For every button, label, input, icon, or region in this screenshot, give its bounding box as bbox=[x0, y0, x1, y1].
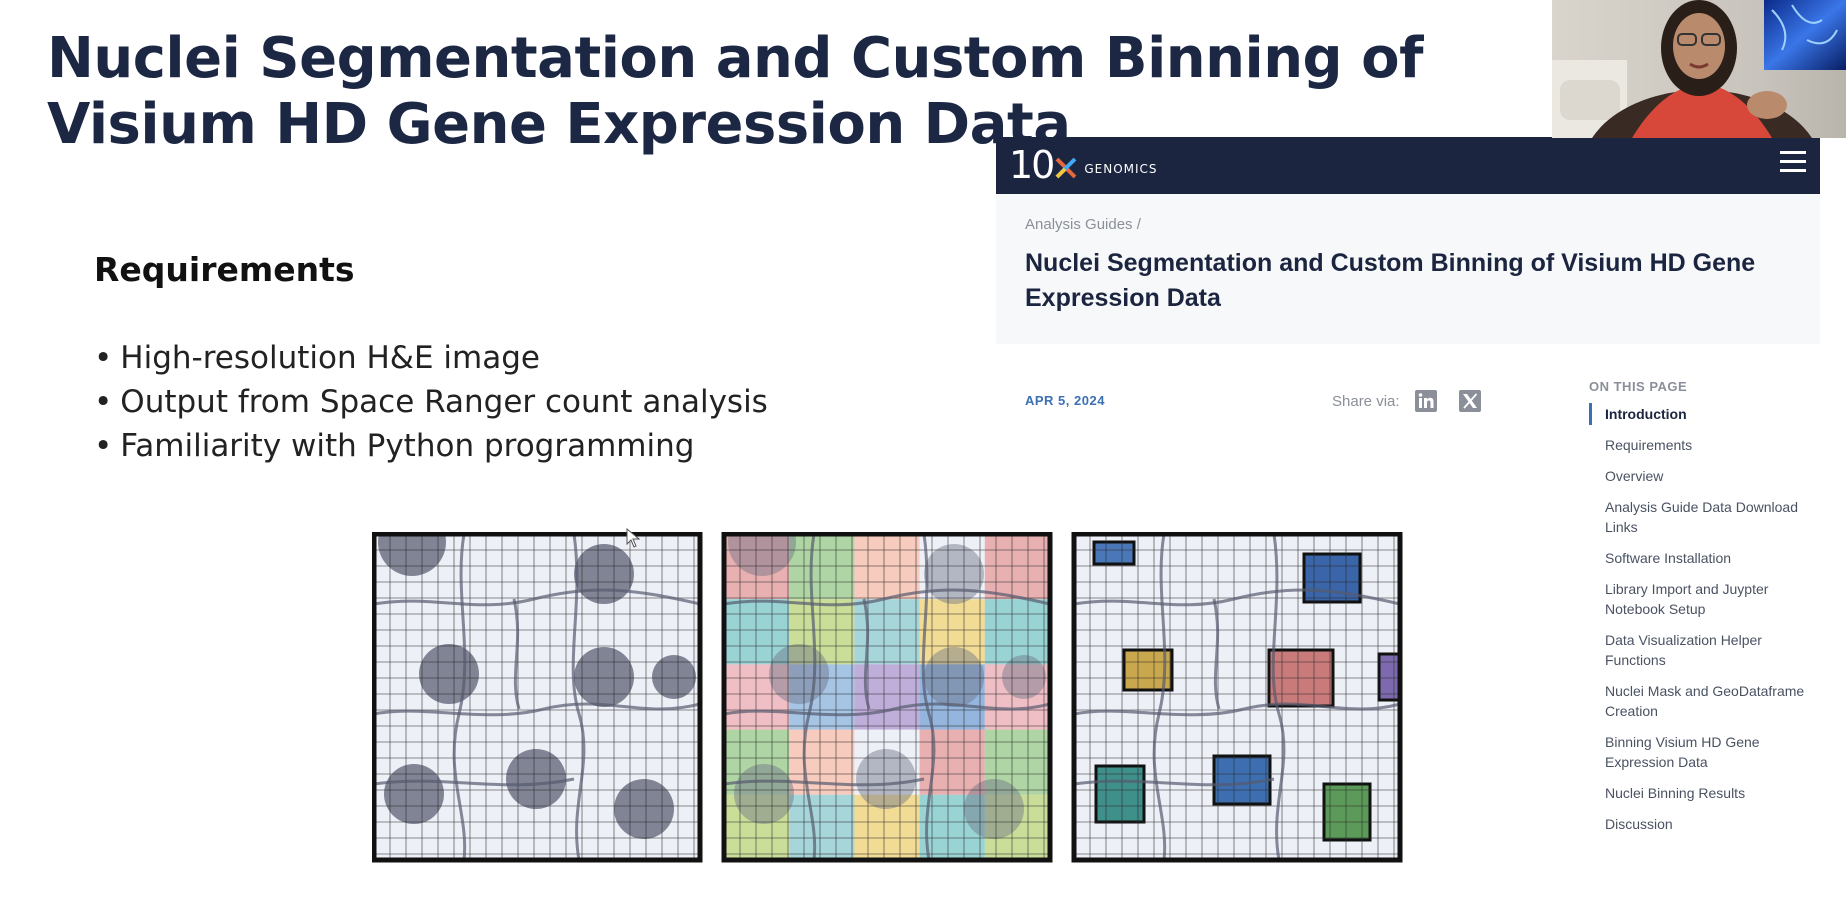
toc-item-requirements[interactable]: Requirements bbox=[1589, 435, 1815, 455]
presenter-webcam bbox=[1552, 0, 1846, 138]
binning-panel-3 bbox=[1071, 532, 1403, 863]
requirement-item: Output from Space Ranger count analysis bbox=[94, 380, 768, 424]
site-logo[interactable]: 10 GENOMICS bbox=[1009, 143, 1158, 187]
publish-date: APR 5, 2024 bbox=[1025, 393, 1105, 408]
toc-item-visualization-helpers[interactable]: Data Visualization Helper Functions bbox=[1589, 630, 1815, 670]
article-header: Analysis Guides / Nuclei Segmentation an… bbox=[996, 194, 1820, 344]
binning-panel-2 bbox=[721, 532, 1053, 863]
toc-item-overview[interactable]: Overview bbox=[1589, 466, 1815, 486]
linkedin-icon[interactable] bbox=[1414, 389, 1438, 413]
logo-x-icon bbox=[1055, 157, 1077, 179]
toc-item-binning-results[interactable]: Nuclei Binning Results bbox=[1589, 783, 1815, 803]
binning-illustration bbox=[372, 532, 1403, 863]
toc-heading: ON THIS PAGE bbox=[1589, 379, 1688, 394]
table-of-contents: Introduction Requirements Overview Analy… bbox=[1589, 403, 1815, 845]
requirements-list: High-resolution H&E image Output from Sp… bbox=[94, 336, 768, 468]
mouse-cursor-icon bbox=[626, 528, 640, 548]
requirement-item: High-resolution H&E image bbox=[94, 336, 768, 380]
toc-item-data-download-links[interactable]: Analysis Guide Data Download Links bbox=[1589, 497, 1815, 537]
toc-item-introduction[interactable]: Introduction bbox=[1589, 403, 1815, 425]
hamburger-menu-icon[interactable] bbox=[1780, 151, 1806, 177]
toc-item-library-import[interactable]: Library Import and Juypter Notebook Setu… bbox=[1589, 579, 1815, 619]
breadcrumb[interactable]: Analysis Guides / bbox=[1025, 216, 1141, 233]
toc-item-binning[interactable]: Binning Visium HD Gene Expression Data bbox=[1589, 732, 1815, 772]
toc-item-nuclei-mask[interactable]: Nuclei Mask and GeoDataframe Creation bbox=[1589, 681, 1815, 721]
share-label: Share via: bbox=[1332, 393, 1400, 410]
site-navbar: 10 GENOMICS bbox=[996, 137, 1820, 194]
toc-item-discussion[interactable]: Discussion bbox=[1589, 814, 1815, 834]
toc-item-software-installation[interactable]: Software Installation bbox=[1589, 548, 1815, 568]
x-twitter-icon[interactable] bbox=[1458, 389, 1482, 413]
binning-panel-1 bbox=[372, 532, 703, 863]
requirement-item: Familiarity with Python programming bbox=[94, 424, 768, 468]
logo-number: 10 bbox=[1009, 143, 1055, 187]
article-title: Nuclei Segmentation and Custom Binning o… bbox=[1025, 249, 1756, 312]
requirements-heading: Requirements bbox=[94, 250, 355, 289]
logo-wordmark: GENOMICS bbox=[1084, 162, 1158, 176]
